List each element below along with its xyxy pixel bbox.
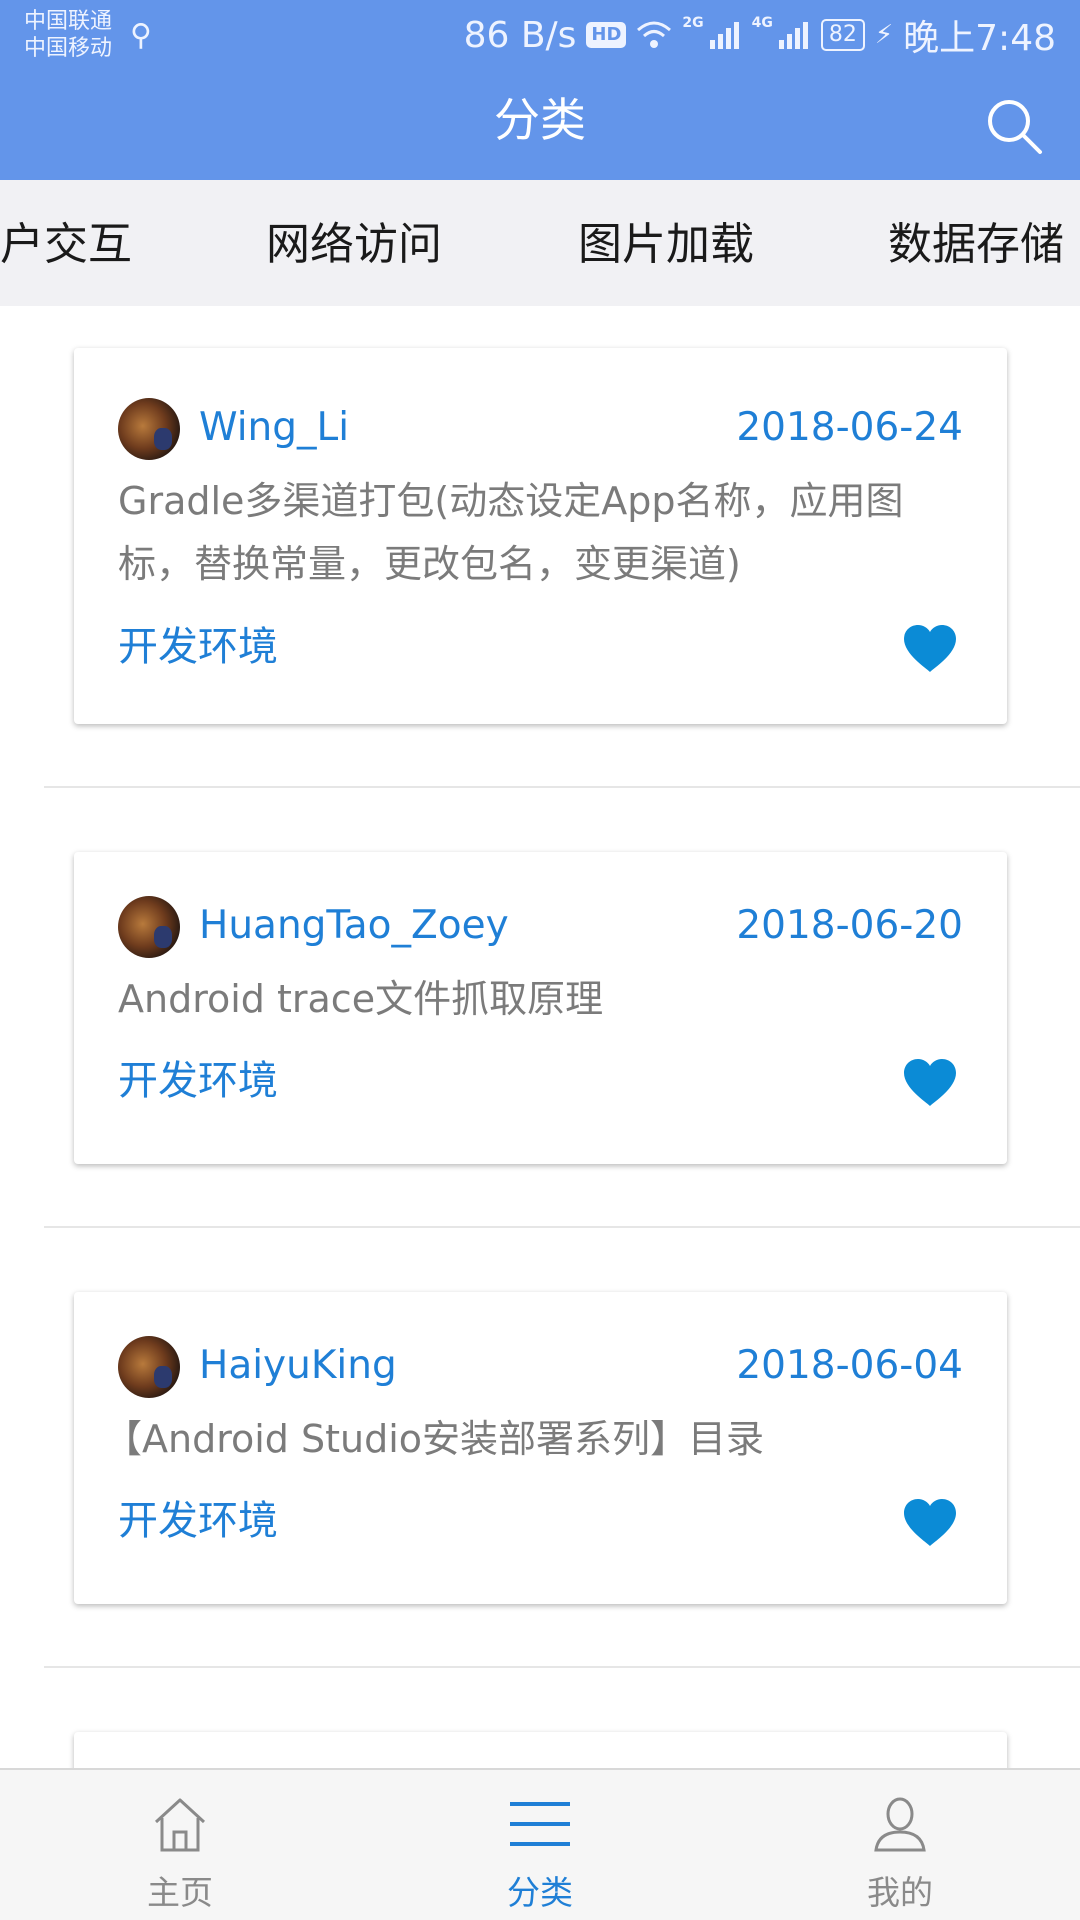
article-list: Wing_Li 2018-06-24 Gradle多渠道打包(动态设定App名称…	[0, 306, 1080, 1768]
publish-date: 2018-06-04	[736, 1343, 963, 1388]
carrier-2: 中国移动	[24, 36, 113, 61]
nav-category[interactable]: 分类	[360, 1770, 720, 1920]
bottom-navigation: 主页 分类 我的	[0, 1768, 1080, 1920]
article-card[interactable]	[74, 1732, 1007, 1768]
sim2-network-type: 4G	[751, 15, 773, 31]
menu-icon	[510, 1802, 570, 1846]
category-tabs: 户交互 网络访问 图片加载 数据存储	[0, 180, 1080, 306]
divider	[44, 1226, 1080, 1228]
tab-image-loading[interactable]: 图片加载	[578, 220, 754, 270]
charging-icon: ⚡	[874, 20, 894, 50]
user-icon	[874, 1797, 926, 1852]
hd-badge: HD	[586, 22, 627, 48]
wifi-icon	[637, 21, 672, 48]
sim1-network-type: 2G	[682, 15, 704, 31]
article-title[interactable]: 【Android Studio安装部署系列】目录	[104, 1408, 954, 1471]
toolbar: 分类	[0, 70, 1080, 180]
search-icon[interactable]	[984, 96, 1044, 156]
article-card[interactable]: HuangTao_Zoey 2018-06-20 Android trace文件…	[74, 852, 1007, 1164]
author-name[interactable]: HuangTao_Zoey	[199, 902, 509, 950]
tab-user-interaction[interactable]: 户交互	[0, 220, 132, 270]
heart-icon[interactable]	[902, 1498, 958, 1548]
nav-category-label: 分类	[507, 1873, 573, 1912]
avatar[interactable]	[118, 896, 180, 958]
home-icon	[154, 1798, 206, 1852]
publish-date: 2018-06-24	[736, 405, 963, 450]
nav-profile[interactable]: 我的	[720, 1770, 1080, 1920]
divider	[44, 1666, 1080, 1668]
avatar[interactable]	[118, 398, 180, 460]
signal-icon	[709, 22, 739, 49]
divider	[44, 786, 1080, 788]
publish-date: 2018-06-20	[736, 903, 963, 948]
status-indicators: 86 B/s HD 2G 4G 82 ⚡ 晚上7:48	[463, 12, 1056, 60]
article-tag[interactable]: 开发环境	[118, 1056, 278, 1106]
signal-icon	[778, 22, 808, 49]
avatar[interactable]	[118, 1336, 180, 1398]
heart-icon[interactable]	[902, 624, 958, 674]
tab-network-access[interactable]: 网络访问	[266, 220, 442, 270]
article-title[interactable]: Android trace文件抓取原理	[118, 968, 968, 1031]
clock: 晚上7:48	[903, 18, 1056, 59]
usb-icon: ⚲	[130, 18, 152, 53]
battery-level: 82	[820, 19, 865, 51]
page-title: 分类	[494, 93, 586, 147]
net-speed: 86 B/s	[463, 14, 577, 56]
carrier-info: 中国联通 中国移动	[24, 8, 112, 62]
carrier-1: 中国联通	[24, 9, 113, 34]
author-name[interactable]: Wing_Li	[199, 404, 349, 452]
nav-home[interactable]: 主页	[0, 1770, 360, 1920]
tab-data-storage[interactable]: 数据存储	[888, 220, 1064, 270]
nav-profile-label: 我的	[867, 1873, 933, 1912]
article-tag[interactable]: 开发环境	[118, 1496, 278, 1546]
nav-home-label: 主页	[147, 1873, 213, 1912]
heart-icon[interactable]	[902, 1058, 958, 1108]
article-tag[interactable]: 开发环境	[118, 622, 278, 672]
article-title[interactable]: Gradle多渠道打包(动态设定App名称，应用图标，替换常量，更改包名，变更渠…	[118, 470, 968, 596]
article-card[interactable]: HaiyuKing 2018-06-04 【Android Studio安装部署…	[74, 1292, 1007, 1604]
article-card[interactable]: Wing_Li 2018-06-24 Gradle多渠道打包(动态设定App名称…	[74, 348, 1007, 724]
status-bar: 中国联通 中国移动 ⚲ 86 B/s HD 2G 4G 82 ⚡ 晚上7:48	[0, 0, 1080, 70]
author-name[interactable]: HaiyuKing	[199, 1342, 397, 1390]
